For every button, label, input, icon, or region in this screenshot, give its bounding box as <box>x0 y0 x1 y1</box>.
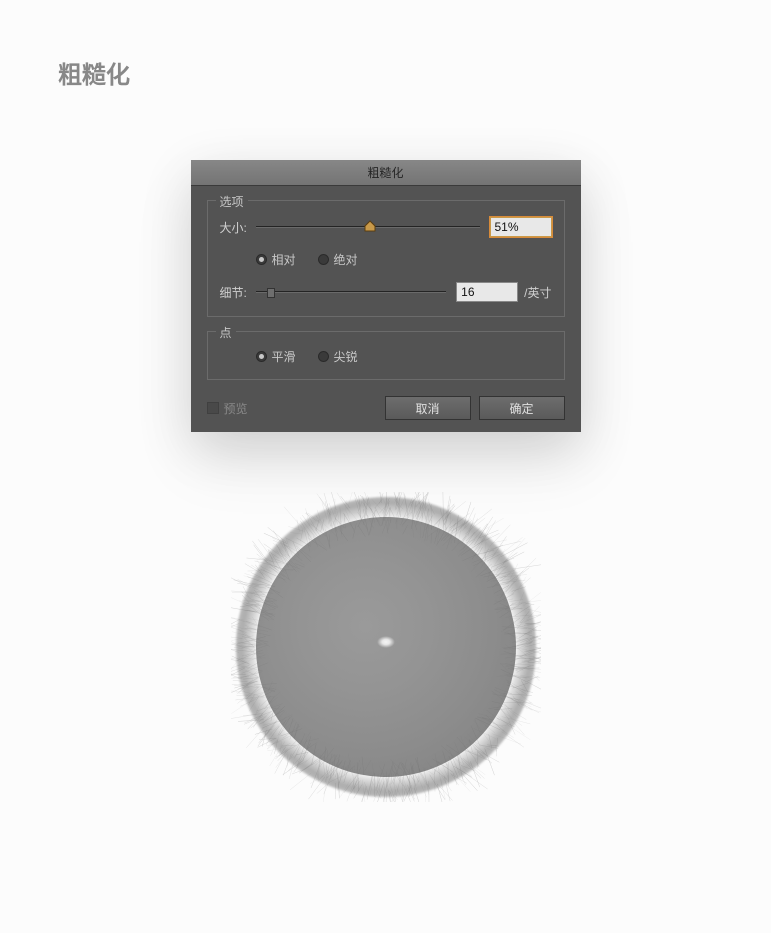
sharp-radio[interactable]: 尖锐 <box>318 348 358 365</box>
cancel-button[interactable]: 取消 <box>385 396 471 420</box>
detail-row: 细节: /英寸 <box>220 282 552 302</box>
detail-label: 细节: <box>220 284 256 301</box>
size-slider-handle[interactable] <box>363 220 377 232</box>
point-legend: 点 <box>216 324 236 341</box>
page-title: 粗糙化 <box>58 55 731 90</box>
radio-icon <box>256 351 267 362</box>
size-slider[interactable] <box>256 226 480 228</box>
relative-label: 相对 <box>272 251 296 268</box>
dialog-titlebar: 粗糙化 <box>191 160 581 186</box>
preview-checkbox[interactable]: 预览 <box>207 400 248 417</box>
options-fieldset: 选项 大小: <box>207 200 565 317</box>
absolute-label: 绝对 <box>334 251 358 268</box>
point-fieldset: 点 平滑 尖锐 <box>207 331 565 380</box>
relative-radio[interactable]: 相对 <box>256 251 296 268</box>
dialog-title: 粗糙化 <box>367 164 403 181</box>
checkbox-icon <box>207 402 219 414</box>
smooth-label: 平滑 <box>272 348 296 365</box>
preview-label: 预览 <box>224 400 248 417</box>
roughen-dialog: 粗糙化 选项 大小: <box>191 160 581 432</box>
effect-preview <box>40 517 731 777</box>
options-legend: 选项 <box>216 193 248 210</box>
smooth-radio[interactable]: 平滑 <box>256 348 296 365</box>
size-row: 大小: <box>220 217 552 237</box>
absolute-radio[interactable]: 绝对 <box>318 251 358 268</box>
size-input[interactable] <box>490 217 552 237</box>
size-label: 大小: <box>220 219 256 236</box>
size-mode-row: 相对 绝对 <box>220 251 552 268</box>
detail-slider-handle[interactable] <box>267 288 275 298</box>
radio-icon <box>318 254 329 265</box>
sharp-label: 尖锐 <box>334 348 358 365</box>
point-mode-row: 平滑 尖锐 <box>220 348 552 365</box>
radio-icon <box>256 254 267 265</box>
ok-button[interactable]: 确定 <box>479 396 565 420</box>
detail-input[interactable] <box>456 282 518 302</box>
detail-unit: /英寸 <box>524 284 551 301</box>
detail-slider[interactable] <box>256 291 447 293</box>
radio-icon <box>318 351 329 362</box>
